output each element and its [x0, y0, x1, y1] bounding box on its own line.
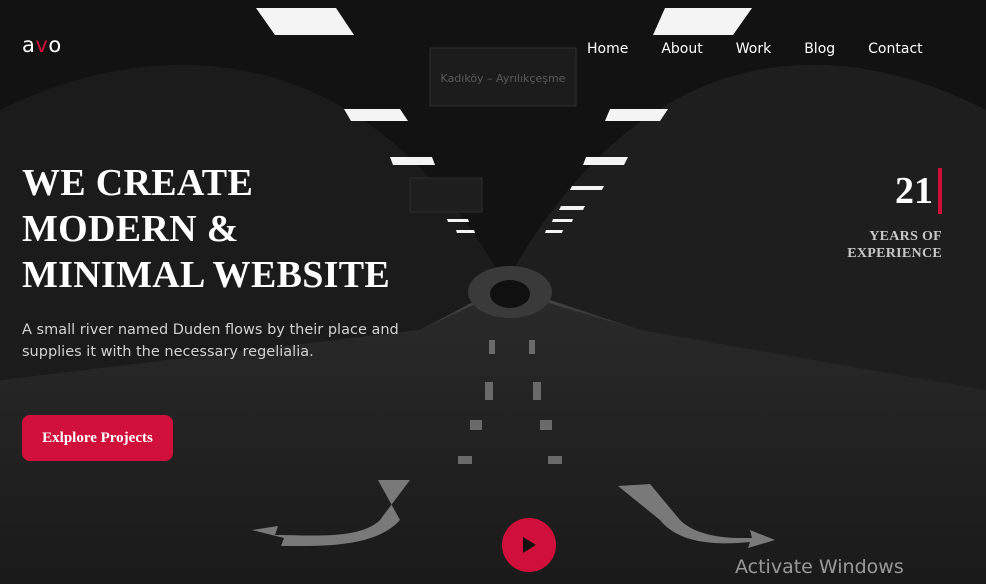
logo-letter-o: o	[48, 33, 62, 57]
nav-link-work[interactable]: Work	[736, 40, 771, 58]
nav-link-about[interactable]: About	[661, 40, 702, 58]
nav-link-blog[interactable]: Blog	[804, 40, 835, 58]
activate-windows-watermark: Activate Windows	[735, 556, 904, 578]
hero-headline: WE CREATE MODERN & MINIMAL WEBSITE	[22, 160, 390, 298]
play-icon	[523, 537, 536, 553]
logo-letter-a: a	[22, 33, 36, 57]
hero-subtitle: A small river named Duden flows by their…	[22, 322, 399, 360]
headline-line-1: WE CREATE	[22, 162, 254, 204]
tunnel-sign-text: Kadıköy – Ayrılıkçeşme	[441, 72, 566, 85]
years-label-line-2: EXPERIENCE	[847, 246, 942, 261]
nav-link-home[interactable]: Home	[587, 40, 628, 58]
headline-line-2: MODERN &	[22, 208, 239, 250]
headline-line-3: MINIMAL WEBSITE	[22, 254, 391, 296]
play-video-button[interactable]	[502, 518, 556, 572]
experience-stat: 21 YEARS OF EXPERIENCE	[847, 168, 942, 262]
tunnel-sign-small	[409, 177, 483, 213]
years-count: 21	[895, 168, 942, 214]
years-label-line-1: YEARS OF	[869, 229, 942, 244]
brand-logo[interactable]: avo	[22, 33, 62, 57]
logo-letter-v: v	[35, 33, 49, 57]
explore-projects-button[interactable]: Exlplore Projects	[22, 415, 173, 461]
nav-link-contact[interactable]: Contact	[868, 40, 922, 58]
main-nav: Home About Work Blog Contact	[587, 40, 956, 58]
years-label: YEARS OF EXPERIENCE	[847, 228, 942, 262]
